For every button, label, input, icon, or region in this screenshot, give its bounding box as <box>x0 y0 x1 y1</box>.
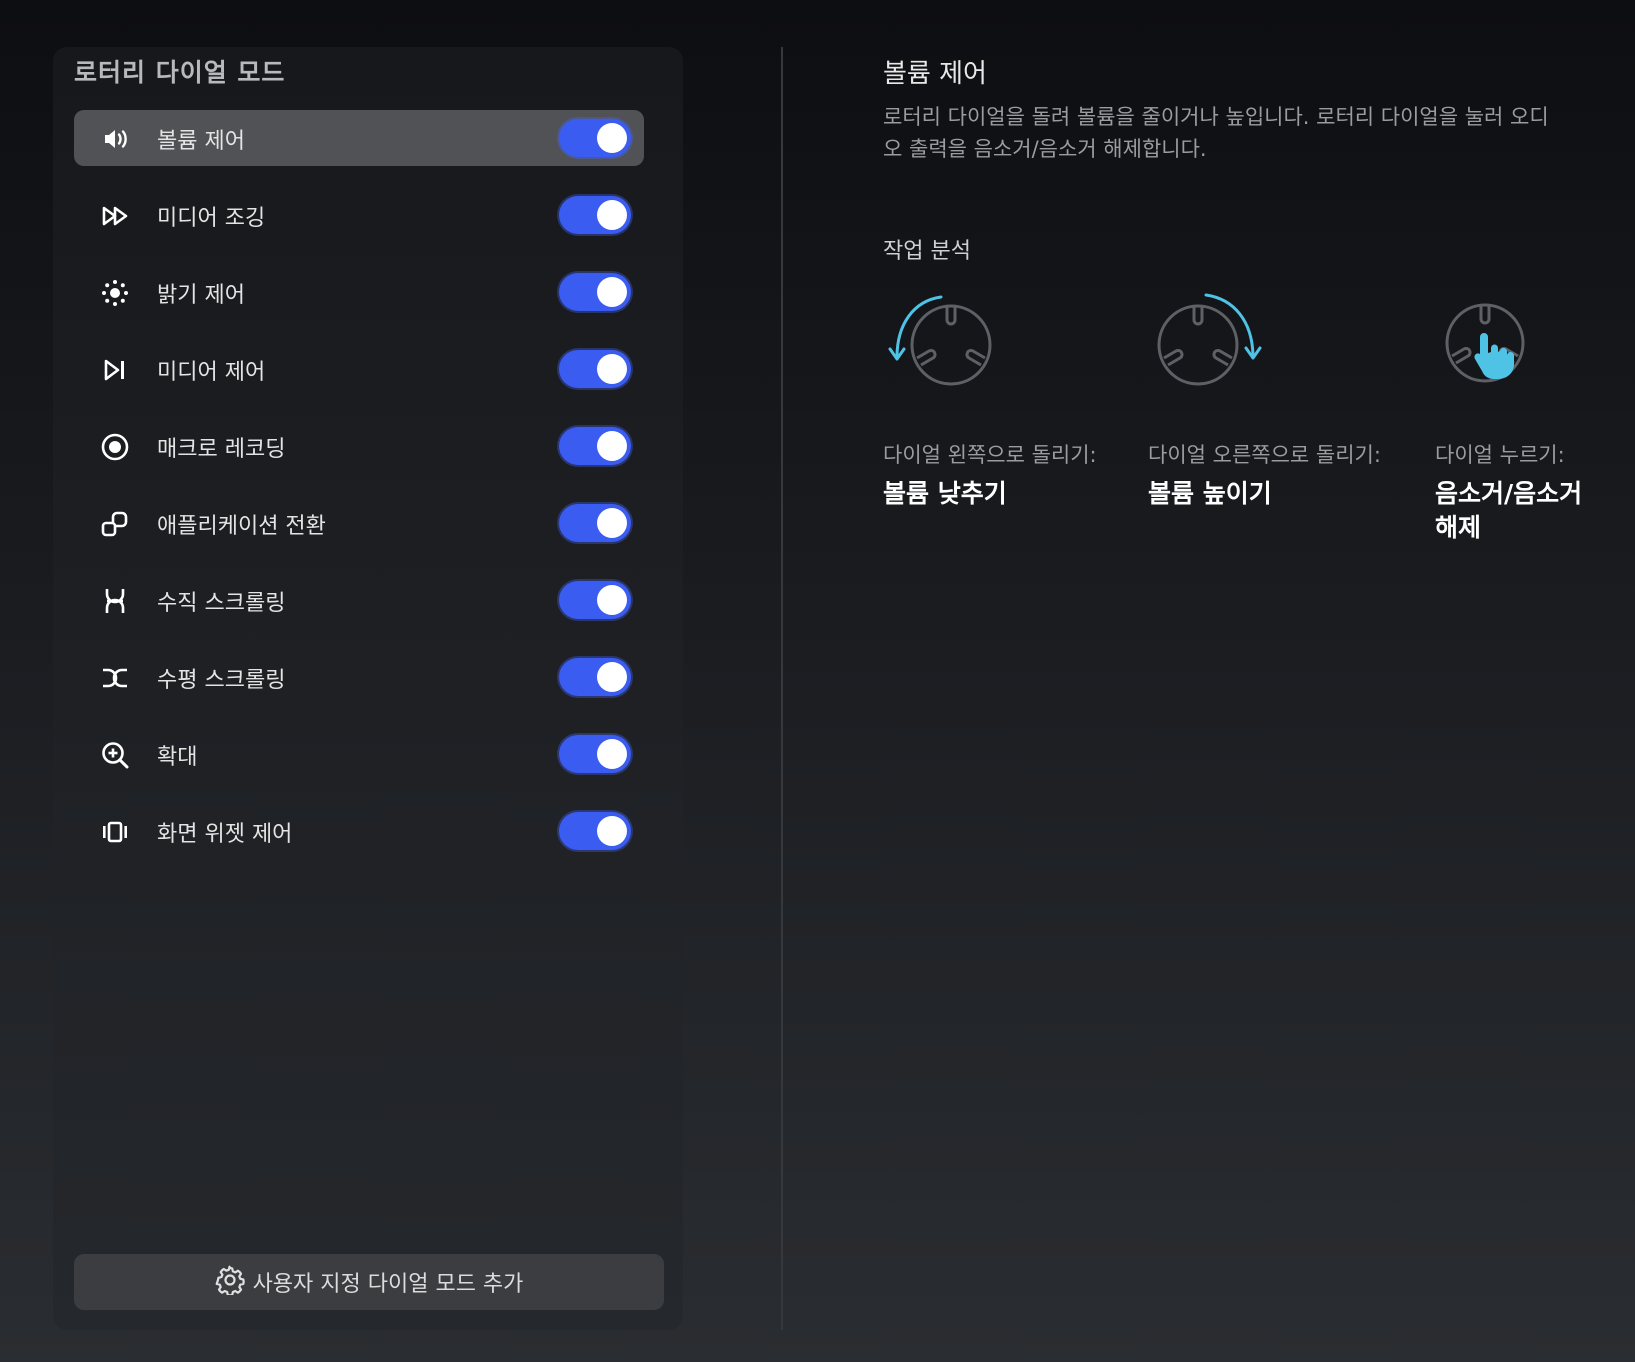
vertical-scroll-toggle[interactable] <box>559 581 631 619</box>
volume-icon <box>100 124 130 154</box>
toggle-knob <box>597 585 627 615</box>
brightness-icon <box>100 278 130 308</box>
panel-divider <box>781 47 783 1330</box>
app-switch-toggle[interactable] <box>559 504 631 542</box>
action-caption: 다이얼 오른쪽으로 돌리기: <box>1148 443 1381 467</box>
add-custom-dial-mode-button[interactable]: 사용자 지정 다이얼 모드 추가 <box>74 1254 664 1310</box>
mode-item-app-switch[interactable]: 애플리케이션 전환 <box>74 495 644 551</box>
toggle-knob <box>597 508 627 538</box>
toggle-knob <box>597 739 627 769</box>
mode-item-vertical-scroll[interactable]: 수직 스크롤링 <box>74 572 644 628</box>
mode-list: 볼륨 제어 미디어 조깅 밝기 제어 미디어 제어 매크로 레코딩 애플리케이션… <box>74 110 644 880</box>
zoom-toggle[interactable] <box>559 735 631 773</box>
fast-forward-icon <box>100 201 130 231</box>
action-breakdown-label: 작업 분석 <box>883 239 971 264</box>
mode-label: 미디어 제어 <box>157 360 266 385</box>
horizontal-scroll-icon <box>100 663 130 693</box>
dial-rotate-right-icon <box>1148 293 1273 404</box>
mode-item-volume[interactable]: 볼륨 제어 <box>74 110 644 166</box>
mode-label: 수직 스크롤링 <box>157 591 286 616</box>
app-switch-icon <box>100 509 130 539</box>
mode-label: 확대 <box>157 745 198 770</box>
macro-recording-toggle[interactable] <box>559 427 631 465</box>
screen-widget-toggle[interactable] <box>559 812 631 850</box>
detail-description: 로터리 다이얼을 돌려 볼륨을 줄이거나 높입니다. 로터리 다이얼을 눌러 오… <box>883 105 1549 161</box>
mode-label: 볼륨 제어 <box>157 129 245 154</box>
toggle-knob <box>597 354 627 384</box>
mode-label: 화면 위젯 제어 <box>157 822 293 847</box>
mode-item-zoom[interactable]: 확대 <box>74 726 644 782</box>
mode-label: 미디어 조깅 <box>157 206 266 231</box>
mode-item-media-jog[interactable]: 미디어 조깅 <box>74 187 644 243</box>
toggle-knob <box>597 816 627 846</box>
action-rotate-left: 다이얼 왼쪽으로 돌리기: 볼륨 낮추기 <box>883 285 1097 508</box>
widget-carousel-icon <box>100 817 130 847</box>
media-control-toggle[interactable] <box>559 350 631 388</box>
brightness-toggle[interactable] <box>559 273 631 311</box>
gear-icon <box>215 1265 245 1299</box>
dial-rotate-left-icon <box>883 295 1008 404</box>
vertical-scroll-icon <box>100 586 130 616</box>
action-caption: 다이얼 왼쪽으로 돌리기: <box>883 443 1097 467</box>
mode-label: 밝기 제어 <box>157 283 245 308</box>
dial-press-icon <box>1435 303 1560 404</box>
action-rotate-right: 다이얼 오른쪽으로 돌리기: 볼륨 높이기 <box>1148 285 1381 508</box>
mode-label: 수평 스크롤링 <box>157 668 286 693</box>
mode-item-horizontal-scroll[interactable]: 수평 스크롤링 <box>74 649 644 705</box>
mode-item-screen-widget[interactable]: 화면 위젯 제어 <box>74 803 644 859</box>
action-caption: 다이얼 누르기: <box>1435 443 1565 467</box>
action-value: 볼륨 낮추기 <box>883 479 1007 508</box>
action-value: 볼륨 높이기 <box>1148 479 1272 508</box>
toggle-knob <box>597 431 627 461</box>
record-icon <box>100 432 130 462</box>
toggle-knob <box>597 277 627 307</box>
mode-item-media-control[interactable]: 미디어 제어 <box>74 341 644 397</box>
action-press: 다이얼 누르기: 음소거/음소거 해제 <box>1435 285 1582 542</box>
detail-title: 볼륨 제어 <box>883 59 987 89</box>
toggle-knob <box>597 123 627 153</box>
volume-toggle[interactable] <box>559 119 631 157</box>
rotary-dial-mode-panel: 로터리 다이얼 모드 볼륨 제어 미디어 조깅 밝기 제어 미디어 제어 매크로… <box>53 47 683 1330</box>
media-jog-toggle[interactable] <box>559 196 631 234</box>
action-value: 음소거/음소거 해제 <box>1435 479 1583 542</box>
mode-item-macro-recording[interactable]: 매크로 레코딩 <box>74 418 644 474</box>
horizontal-scroll-toggle[interactable] <box>559 658 631 696</box>
toggle-knob <box>597 200 627 230</box>
mode-label: 애플리케이션 전환 <box>157 514 326 539</box>
panel-title: 로터리 다이얼 모드 <box>74 58 286 87</box>
zoom-in-icon <box>100 740 130 770</box>
mode-label: 매크로 레코딩 <box>157 437 286 462</box>
add-mode-label: 사용자 지정 다이얼 모드 추가 <box>252 1272 524 1297</box>
toggle-knob <box>597 662 627 692</box>
mode-item-brightness[interactable]: 밝기 제어 <box>74 264 644 320</box>
play-next-icon <box>100 355 130 385</box>
